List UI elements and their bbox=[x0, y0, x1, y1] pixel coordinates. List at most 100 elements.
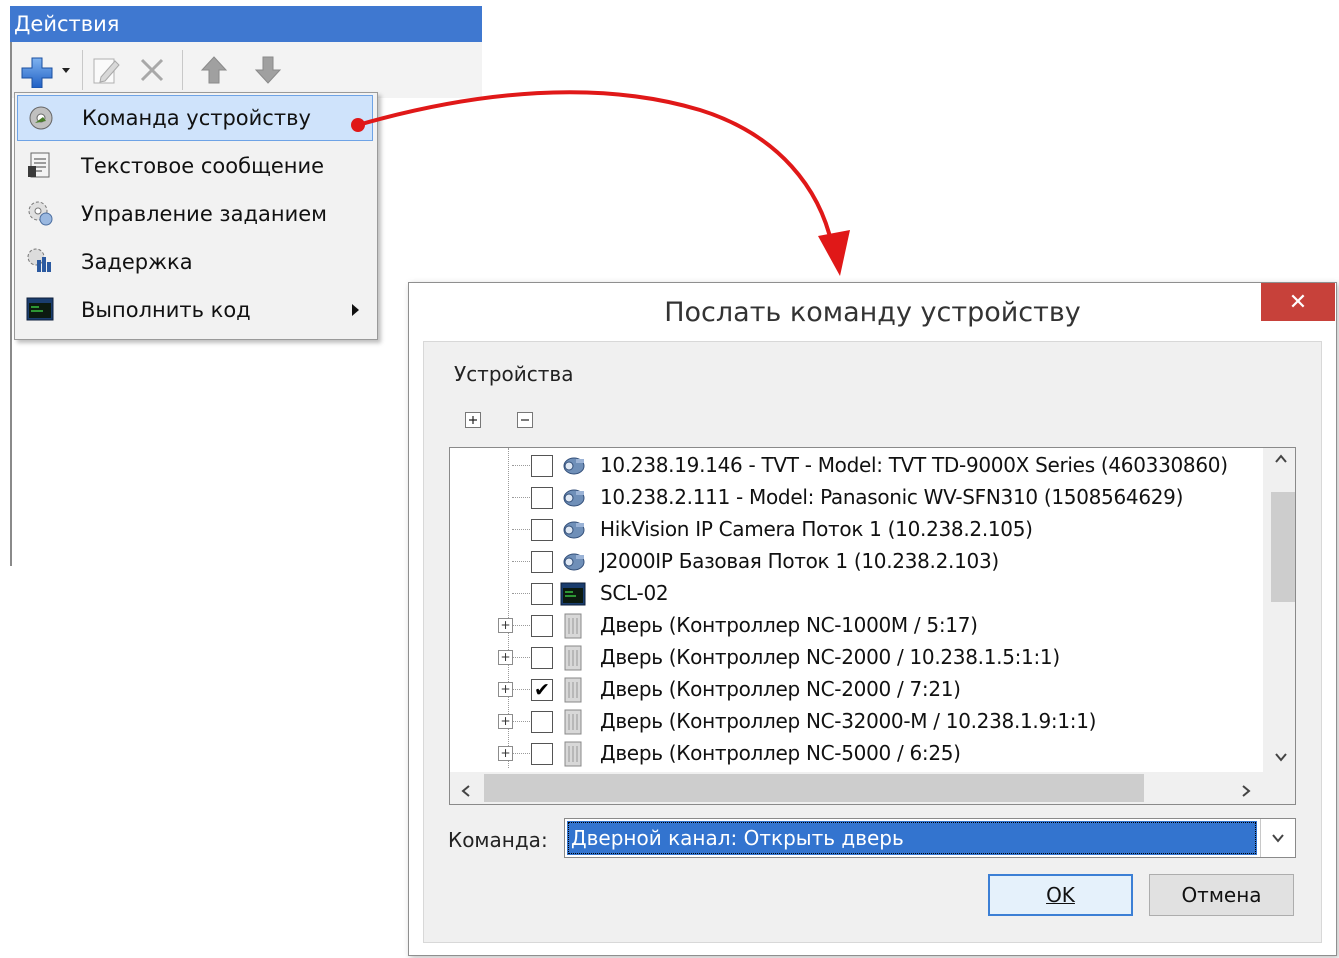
move-up-icon bbox=[200, 56, 228, 84]
tree-connector bbox=[512, 561, 532, 562]
device-label: J2000IP Базовая Поток 1 (10.238.2.103) bbox=[600, 549, 999, 573]
device-label: Дверь (Контроллер NC-1000M / 5:17) bbox=[600, 613, 978, 637]
scroll-down-icon[interactable] bbox=[1273, 746, 1289, 770]
command-select[interactable]: Дверной канал: Открыть дверь bbox=[564, 818, 1296, 858]
devices-label: Устройства bbox=[454, 362, 574, 386]
device-checkbox[interactable] bbox=[531, 519, 553, 541]
menu-item-task-control[interactable]: Управление заданием bbox=[17, 191, 373, 237]
device-checkbox[interactable] bbox=[531, 711, 553, 733]
expand-icon[interactable]: + bbox=[498, 714, 513, 729]
panel-border bbox=[10, 42, 12, 566]
tree-connector bbox=[512, 753, 532, 754]
expand-icon[interactable]: + bbox=[498, 650, 513, 665]
expand-all-button[interactable] bbox=[465, 412, 481, 428]
chevron-down-icon[interactable] bbox=[1260, 819, 1295, 857]
tree-row[interactable]: 10.238.2.111 - Model: Panasonic WV-SFN31… bbox=[450, 482, 1270, 514]
door-icon bbox=[560, 613, 586, 639]
edit-button[interactable] bbox=[86, 52, 126, 88]
device-checkbox[interactable] bbox=[531, 647, 553, 669]
send-command-dialog: Послать команду устройству ✕ Устройства … bbox=[408, 282, 1337, 956]
device-checkbox[interactable] bbox=[531, 455, 553, 477]
horizontal-scroll-thumb[interactable] bbox=[484, 774, 1144, 802]
tree-row[interactable]: + Дверь (Контроллер NC-1000M / 5:17) bbox=[450, 610, 1270, 642]
tree-row[interactable]: J2000IP Базовая Поток 1 (10.238.2.103) bbox=[450, 546, 1270, 578]
tree-row[interactable]: + ✔ Дверь (Контроллер NC-2000 / 7:21) bbox=[450, 674, 1270, 706]
menu-item-device-command[interactable]: Команда устройству bbox=[17, 95, 373, 141]
cancel-button[interactable]: Отмена bbox=[1149, 874, 1294, 916]
tree-connector bbox=[512, 593, 532, 594]
horizontal-scrollbar[interactable] bbox=[450, 772, 1295, 804]
menu-item-label: Команда устройству bbox=[82, 106, 311, 130]
tree-connector bbox=[512, 721, 532, 722]
move-down-button[interactable] bbox=[248, 52, 288, 88]
scroll-up-icon[interactable] bbox=[1273, 448, 1289, 472]
ok-button-label: OK bbox=[1046, 883, 1075, 907]
vertical-scroll-thumb[interactable] bbox=[1271, 492, 1295, 602]
tree-connector bbox=[512, 625, 532, 626]
device-label: SCL-02 bbox=[600, 581, 669, 605]
tree-row[interactable]: + Дверь (Контроллер NC-2000 / 10.238.1.5:… bbox=[450, 642, 1270, 674]
device-label: Дверь (Контроллер NC-32000-M / 10.238.1.… bbox=[600, 709, 1097, 733]
move-up-button[interactable] bbox=[194, 52, 234, 88]
expand-icon[interactable]: + bbox=[498, 682, 513, 697]
tree-connector bbox=[512, 497, 532, 498]
device-label: HikVision IP Camera Поток 1 (10.238.2.10… bbox=[600, 517, 1033, 541]
device-checkbox[interactable] bbox=[531, 583, 553, 605]
tree-row[interactable]: SCL-02 bbox=[450, 578, 1270, 610]
device-label: 10.238.2.111 - Model: Panasonic WV-SFN31… bbox=[600, 485, 1184, 509]
door-icon bbox=[560, 741, 586, 767]
vertical-scrollbar[interactable] bbox=[1263, 448, 1295, 772]
device-label: 10.238.19.146 - TVT - Model: TVT TD-9000… bbox=[600, 453, 1228, 477]
device-command-icon bbox=[29, 106, 53, 130]
cancel-button-label: Отмена bbox=[1181, 883, 1262, 907]
ok-button[interactable]: OK bbox=[988, 874, 1133, 916]
toolbar-separator bbox=[82, 50, 83, 90]
close-icon: ✕ bbox=[1288, 289, 1308, 315]
camera-icon bbox=[560, 549, 586, 575]
menu-item-text-message[interactable]: Текстовое сообщение bbox=[17, 143, 373, 189]
move-down-icon bbox=[254, 56, 282, 84]
camera-icon bbox=[560, 453, 586, 479]
collapse-all-button[interactable] bbox=[517, 412, 533, 428]
tree-row[interactable]: HikVision IP Camera Поток 1 (10.238.2.10… bbox=[450, 514, 1270, 546]
device-checkbox[interactable] bbox=[531, 487, 553, 509]
menu-item-delay[interactable]: Задержка bbox=[17, 239, 373, 285]
camera-icon bbox=[560, 485, 586, 511]
expand-icon[interactable]: + bbox=[498, 746, 513, 761]
toolbar-separator bbox=[182, 50, 183, 90]
camera-icon bbox=[560, 517, 586, 543]
add-action-menu: Команда устройству Текстовое сообщение У… bbox=[14, 92, 378, 340]
expand-icon[interactable]: + bbox=[498, 618, 513, 633]
menu-item-run-code[interactable]: Выполнить код bbox=[17, 287, 373, 333]
menu-item-label: Задержка bbox=[81, 250, 193, 274]
add-icon bbox=[21, 57, 70, 88]
tree-connector bbox=[512, 689, 532, 690]
dialog-title: Послать команду устройству bbox=[664, 297, 1081, 328]
device-checkbox[interactable] bbox=[531, 615, 553, 637]
menu-item-label: Текстовое сообщение bbox=[81, 154, 325, 178]
edit-icon bbox=[93, 58, 120, 84]
delete-button[interactable] bbox=[132, 52, 172, 88]
tree-row[interactable]: 10.238.19.146 - TVT - Model: TVT TD-9000… bbox=[450, 450, 1270, 482]
device-checkbox[interactable] bbox=[531, 551, 553, 573]
plus-icon bbox=[469, 416, 477, 424]
close-button[interactable]: ✕ bbox=[1261, 283, 1335, 321]
door-icon bbox=[560, 677, 586, 703]
devices-tree[interactable]: 10.238.19.146 - TVT - Model: TVT TD-9000… bbox=[449, 447, 1296, 805]
device-checkbox[interactable]: ✔ bbox=[531, 679, 553, 701]
actions-toolbar bbox=[12, 42, 482, 98]
device-checkbox[interactable] bbox=[531, 743, 553, 765]
task-control-icon bbox=[28, 201, 53, 226]
text-message-icon bbox=[28, 152, 50, 178]
device-label: Дверь (Контроллер NC-2000 / 10.238.1.5:1… bbox=[600, 645, 1060, 669]
tree-row[interactable]: + Дверь (Контроллер NC-32000-M / 10.238.1… bbox=[450, 706, 1270, 738]
submenu-arrow-icon bbox=[352, 304, 359, 316]
scroll-right-icon[interactable] bbox=[1238, 780, 1254, 804]
minus-icon bbox=[521, 419, 529, 421]
add-button[interactable] bbox=[16, 52, 76, 88]
tree-row[interactable]: + Дверь (Контроллер NC-5000 / 6:25) bbox=[450, 738, 1270, 770]
device-label: Дверь (Контроллер NC-5000 / 6:25) bbox=[600, 741, 961, 765]
menu-item-label: Выполнить код bbox=[81, 298, 251, 322]
scroll-left-icon[interactable] bbox=[458, 780, 474, 804]
menu-item-label: Управление заданием bbox=[81, 202, 327, 226]
